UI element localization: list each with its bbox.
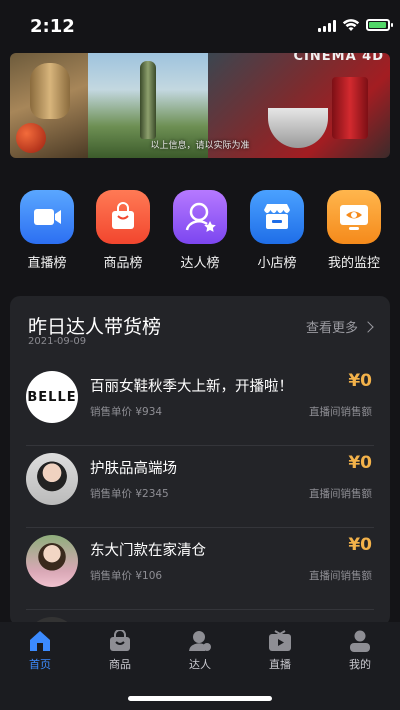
- ranking-row[interactable]: 东大门款在家清仓 销售单价 ¥106 ¥0 直播间销售额: [10, 528, 390, 610]
- ranking-date: 2021-09-09: [28, 336, 87, 347]
- video-camera-icon: [20, 190, 74, 244]
- sales-amount-label: 直播间销售额: [309, 488, 372, 500]
- view-more-link[interactable]: 查看更多: [305, 317, 374, 336]
- category-label: 达人榜: [180, 256, 220, 271]
- stream-title: 护肤品高端场: [90, 461, 177, 477]
- avatar: BELLE: [26, 371, 78, 423]
- avatar: [26, 453, 78, 505]
- battery-icon: [366, 19, 393, 31]
- category-shop-ranking[interactable]: 小店榜: [239, 190, 315, 271]
- sales-amount: ¥0: [348, 371, 372, 391]
- sales-amount: ¥0: [348, 453, 372, 473]
- stream-title: 东大门款在家清仓: [90, 543, 206, 559]
- home-icon: [28, 630, 52, 652]
- influencer-sales-ranking-card: 昨日达人带货榜 2021-09-09 查看更多 BELLE 百丽女鞋秋季大上新，…: [10, 296, 390, 626]
- tab-label: 首页: [29, 658, 51, 671]
- tab-home[interactable]: 首页: [10, 630, 70, 672]
- ranking-row[interactable]: BELLE 百丽女鞋秋季大上新，开播啦！ 销售单价 ¥934 ¥0 直播间销售额: [10, 364, 390, 446]
- shop-icon: [250, 190, 304, 244]
- unit-price: 销售单价 ¥106: [90, 570, 163, 582]
- person-star-icon: [173, 190, 227, 244]
- tab-label: 我的: [349, 658, 371, 671]
- status-bar: 2:12: [0, 0, 400, 46]
- avatar: [26, 535, 78, 587]
- category-product-ranking[interactable]: 商品榜: [85, 190, 161, 271]
- sales-amount-label: 直播间销售额: [309, 406, 372, 418]
- monitor-eye-icon: [327, 190, 381, 244]
- unit-price: 销售单价 ¥934: [90, 406, 163, 418]
- tab-mine[interactable]: 我的: [330, 630, 390, 672]
- view-more-label: 查看更多: [305, 321, 358, 336]
- category-row: 直播榜 商品榜 达人榜 小店榜 我的监控: [0, 190, 400, 271]
- banner-logo: CINEMA 4D: [293, 53, 384, 64]
- home-indicator: [128, 696, 272, 701]
- sales-amount: ¥0: [348, 535, 372, 555]
- promo-banner[interactable]: CINEMA 4D 以上信息，请以实际为准: [10, 53, 390, 158]
- bag-icon: [108, 629, 132, 652]
- category-label: 小店榜: [257, 256, 297, 271]
- tab-label: 达人: [189, 658, 211, 671]
- status-time: 2:12: [30, 16, 75, 37]
- ranking-row[interactable]: 护肤品高端场 销售单价 ¥2345 ¥0 直播间销售额: [10, 446, 390, 528]
- unit-price: 销售单价 ¥2345: [90, 488, 169, 500]
- category-influencer-ranking[interactable]: 达人榜: [162, 190, 238, 271]
- tab-live[interactable]: 直播: [250, 630, 310, 672]
- ranking-title: 昨日达人带货榜: [28, 316, 162, 338]
- banner-caption: 以上信息，请以实际为准: [150, 141, 250, 151]
- category-my-monitor[interactable]: 我的监控: [316, 190, 392, 271]
- profile-icon: [348, 630, 372, 652]
- category-label: 商品榜: [103, 256, 143, 271]
- cellular-signal-icon: [318, 20, 336, 32]
- sales-amount-label: 直播间销售额: [309, 570, 372, 582]
- chevron-right-icon: [362, 321, 374, 333]
- category-label: 我的监控: [327, 256, 380, 271]
- category-live-ranking[interactable]: 直播榜: [9, 190, 85, 271]
- tab-products[interactable]: 商品: [90, 629, 150, 672]
- shopping-bag-icon: [96, 190, 150, 244]
- category-label: 直播榜: [27, 256, 67, 271]
- tab-label: 直播: [269, 658, 291, 671]
- wifi-icon: [342, 19, 360, 31]
- person-icon: [188, 630, 212, 652]
- tab-label: 商品: [109, 658, 131, 671]
- tv-play-icon: [268, 630, 292, 652]
- stream-title: 百丽女鞋秋季大上新，开播啦！: [90, 379, 293, 395]
- tab-influencers[interactable]: 达人: [170, 630, 230, 672]
